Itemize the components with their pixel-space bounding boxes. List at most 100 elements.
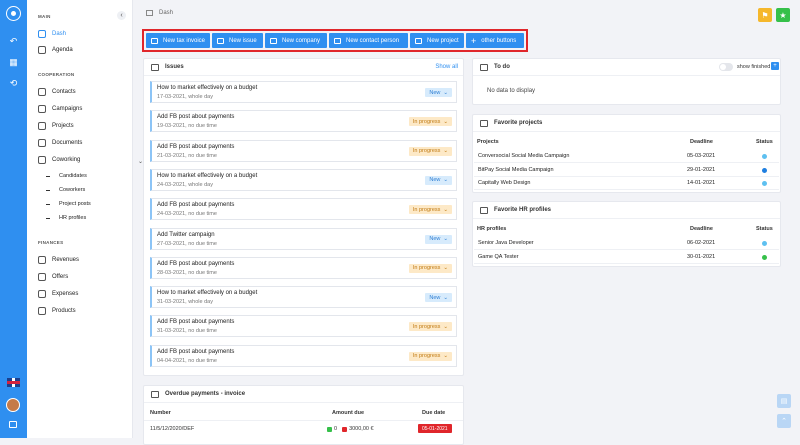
chevron-down-icon: ⌄ [443,323,448,330]
issue-status-dropdown[interactable]: New ⌄ [425,293,452,303]
new-tax-invoice-button[interactable]: New tax invoice [146,33,210,48]
home-icon[interactable] [146,10,153,16]
issue-status-dropdown[interactable]: In progress ⌄ [408,351,452,361]
row-name[interactable]: Game QA Tester [478,254,519,260]
issue-status-dropdown[interactable]: In progress ⌄ [408,117,452,127]
flag-button[interactable]: ⚑ [758,8,772,22]
status-dot [762,154,767,159]
scroll-top-button[interactable]: ⌃ [777,414,791,428]
plus-icon: + [471,35,477,46]
issue-title[interactable]: How to market effectively on a budget [157,173,257,179]
sidebar-item-contacts[interactable]: Contacts [38,86,128,98]
issue-title[interactable]: Add FB post about payments [157,144,234,150]
issue-item[interactable]: Add FB post about payments 04-04-2021, no… [150,344,457,367]
row-deadline: 06-02-2021 [687,240,716,246]
lock-icon[interactable] [9,421,17,428]
issue-status-dropdown[interactable]: New ⌄ [425,175,452,185]
products-icon [38,307,46,315]
issue-status-dropdown[interactable]: In progress ⌄ [408,146,452,156]
issue-item[interactable]: Add FB post about payments 28-03-2021, no… [150,256,457,279]
offers-icon [38,273,46,281]
back-arrow-icon[interactable]: ↶ [6,35,21,48]
app-logo[interactable] [6,6,21,21]
issue-title[interactable]: Add FB post about payments [157,261,234,267]
document-icon: ▤ [780,398,788,405]
issue-item[interactable]: Add FB post about payments 19-03-2021, no… [150,110,457,133]
issue-status-dropdown[interactable]: New ⌄ [425,88,452,97]
sidebar-item-projects[interactable]: Projects [38,120,128,132]
issue-title[interactable]: Add FB post about payments [157,349,234,355]
chevron-down-icon: ⌄ [443,89,448,96]
issue-title[interactable]: How to market effectively on a budget [157,85,257,91]
grid-icon[interactable]: ▦ [6,56,21,69]
new-issue-button[interactable]: New issue [212,33,263,48]
table-row[interactable]: Game QA Tester 30-01-2021 [474,251,779,264]
issue-title[interactable]: Add Twitter campaign [157,232,215,238]
row-name[interactable]: Capitally Web Design [478,180,530,186]
col-projects: Projects [477,139,499,145]
invoice-number[interactable]: 11/5/12/2020/DEF [150,426,194,432]
issue-status-dropdown[interactable]: New ⌄ [425,234,452,244]
sidebar-item-coworking[interactable]: Coworking [38,154,128,166]
chevron-down-icon: ⌄ [443,236,448,242]
sync-icon[interactable]: ⟲ [6,77,21,90]
new-company-button[interactable]: New company [265,33,327,48]
status-dot [762,167,767,173]
sidebar-item-hr-profiles[interactable]: HR profiles [46,212,136,224]
new-project-button[interactable]: New project [410,33,464,48]
issue-title[interactable]: Add FB post about payments [157,202,234,208]
new-contact-person-button[interactable]: New contact person [329,33,408,48]
issue-item[interactable]: How to market effectively on a budget 31-… [150,286,457,309]
add-todo-button[interactable]: + [771,62,779,70]
table-row[interactable]: Capitally Web Design 14-01-2021 [474,177,779,190]
star-button[interactable]: ★ [776,8,790,22]
favorite-projects-header: Favorite projects [473,115,780,132]
issue-item[interactable]: Add FB post about payments 31-03-2021, no… [150,315,457,338]
section-cooperation-title: COOPERATION [38,72,75,77]
other-buttons-button[interactable]: + other buttons [466,33,524,48]
issue-date: 24-03-2021, no due time [157,211,217,218]
table-row[interactable]: Conversocial Social Media Campaign 05-03-… [474,150,779,163]
sidebar-item-products[interactable]: Products [38,305,128,317]
issue-item[interactable]: How to market effectively on a budget 24-… [150,168,457,191]
sidebar-item-revenues[interactable]: Revenues [38,254,128,266]
show-all-link[interactable]: Show all [435,64,458,70]
dash-icon [38,30,46,38]
issue-icon [217,37,224,44]
issue-item[interactable]: How to market effectively on a budget 17-… [150,81,457,103]
issue-item[interactable]: Add FB post about payments 24-03-2021, no… [150,198,457,221]
table-row[interactable]: Senior Java Developer 06-02-2021 [474,237,779,250]
sidebar-item-coworkers[interactable]: Coworkers [46,184,136,196]
issue-title[interactable]: Add FB post about payments [157,319,234,325]
sidebar-item-dash[interactable]: Dash [38,28,128,40]
show-finished-toggle[interactable] [719,63,733,71]
issue-item[interactable]: Add FB post about payments 21-03-2021, no… [150,139,457,162]
issue-status-dropdown[interactable]: In progress ⌄ [408,263,452,273]
sidebar-item-documents[interactable]: Documents [38,137,128,149]
status-label: New [429,294,441,301]
due-icon [342,426,348,432]
issue-title[interactable]: Add FB post about payments [157,114,234,120]
projects-icon [480,119,488,127]
sidebar-item-offers[interactable]: Offers [38,271,128,283]
collapse-sidebar-button[interactable]: ‹ [117,11,126,20]
issue-status-dropdown[interactable]: In progress ⌄ [408,205,452,215]
invoice-icon [151,37,158,44]
document-float-button[interactable]: ▤ [777,394,791,408]
language-flag-icon[interactable] [7,378,20,387]
sidebar-item-candidates[interactable]: Candidates [46,170,136,182]
sidebar-item-campaigns[interactable]: Campaigns [38,103,128,115]
issue-date: 04-04-2021, no due time [157,357,217,364]
table-row[interactable]: BitPay Social Media Campaign 29-01-2021 [474,164,779,177]
row-name[interactable]: Senior Java Developer [478,240,534,246]
sidebar-item-agenda[interactable]: Agenda [38,44,128,56]
row-name[interactable]: Conversocial Social Media Campaign [478,153,569,159]
issue-status-dropdown[interactable]: In progress ⌄ [408,322,452,332]
issue-item[interactable]: Add Twitter campaign 27-03-2021, no due t… [150,227,457,250]
user-avatar[interactable] [6,398,20,412]
sidebar-item-expenses[interactable]: Expenses [38,288,128,300]
star-icon: ★ [779,10,787,20]
row-name[interactable]: BitPay Social Media Campaign [478,167,554,173]
sidebar-item-project-posts[interactable]: Project posts [46,198,136,210]
issue-title[interactable]: How to market effectively on a budget [157,290,257,296]
